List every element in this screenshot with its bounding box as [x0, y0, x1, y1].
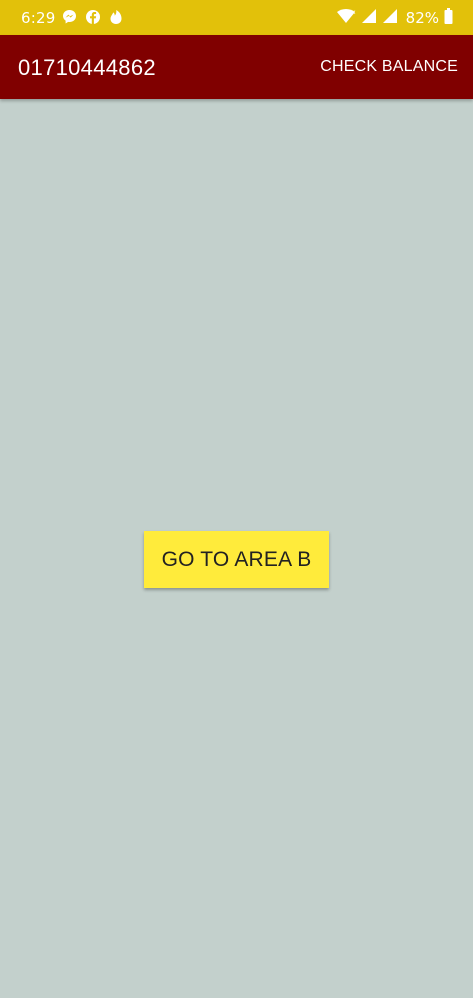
status-bar: 6:29 x 82% [0, 0, 473, 35]
tinder-icon [109, 9, 123, 29]
check-balance-button[interactable]: CHECK BALANCE [320, 58, 458, 76]
app-bar: 01710444862 CHECK BALANCE [0, 35, 473, 99]
system-icons: x 82% [336, 8, 453, 28]
battery-icon [444, 8, 453, 28]
messenger-icon [62, 9, 77, 29]
signal-icon [361, 8, 377, 28]
svg-text:x: x [352, 9, 356, 16]
go-to-area-b-button[interactable]: GO TO AREA B [144, 531, 329, 588]
wifi-icon: x [336, 8, 356, 28]
notification-icons [62, 9, 123, 29]
signal-icon [382, 8, 398, 28]
page-title: 01710444862 [18, 55, 156, 80]
battery-percent: 82% [405, 9, 439, 27]
facebook-icon [85, 9, 101, 29]
status-time: 6:29 [21, 9, 56, 27]
